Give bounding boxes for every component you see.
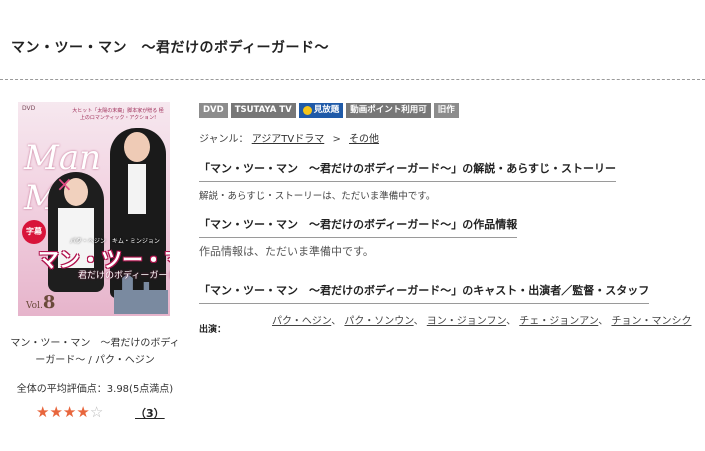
title-divider (0, 79, 705, 80)
product-name: マン・ツー・マン ～君だけのボディーガード～ / パク・ヘジン (10, 338, 180, 366)
star-filled-icon: ★ (62, 403, 77, 421)
review-count-link[interactable]: （3） (135, 405, 165, 421)
tag-tsutaya-tv: TSUTAYA TV (230, 103, 296, 118)
cast-link[interactable]: チョン・マンシク (611, 316, 691, 327)
cover-vol-label: Vol. (26, 301, 43, 311)
cover-actor-shirt (128, 164, 146, 214)
cover-actor-face (124, 132, 150, 162)
cast-delimiter: 、 (413, 316, 424, 327)
star-empty-icon: ☆ (89, 403, 104, 421)
genre-separator: > (332, 134, 341, 145)
cover-image[interactable]: DVD 大ヒット「太陽の末裔」脚本家が贈る 極上のロマンティック・アクション! … (18, 102, 170, 316)
cast-link[interactable]: チェ・ジョンアン (519, 316, 598, 327)
cover-vol-number: 8 (42, 292, 56, 313)
tag-dvd: DVD (199, 103, 228, 118)
cover-subtitle-badge: 字幕 (22, 220, 46, 244)
genre-label: ジャンル： (199, 134, 249, 145)
tag-mihodai-label: 見放題 (313, 105, 340, 115)
cover-times-glyph: × (56, 172, 73, 196)
service-tags: DVD TSUTAYA TV 見放題 動画ポイント利用可 旧作 (199, 103, 459, 118)
coin-icon (302, 106, 312, 115)
info-heading: 「マン・ツー・マン ～君だけのボディーガード～」の作品情報 (199, 216, 518, 238)
cast-delimiter: 、 (331, 316, 342, 327)
cast-heading: 「マン・ツー・マン ～君だけのボディーガード～」のキャスト・出演者／監督・スタッ… (199, 282, 650, 304)
cover-blurb: 大ヒット「太陽の末裔」脚本家が贈る 極上のロマンティック・アクション! (72, 108, 164, 121)
cover-dvd-tag: DVD (22, 105, 36, 112)
tag-video-point: 動画ポイント利用可 (346, 103, 431, 118)
average-rating: 全体の平均評価点：3.98(5点満点) (16, 384, 174, 395)
tag-mihodai: 見放題 (298, 103, 344, 118)
genre-link-other[interactable]: その他 (349, 134, 379, 145)
story-heading: 「マン・ツー・マン ～君だけのボディーガード～」の解説・あらすじ・ストーリー (199, 160, 617, 182)
cast-link[interactable]: パク・ヘジン (272, 316, 331, 327)
cast-list: パク・ヘジン、 パク・ソンウン、 ヨン・ジョンフン、 チェ・ジョンアン、 チョン… (272, 313, 692, 330)
cast-link[interactable]: パク・ソンウン (344, 316, 413, 327)
genre-link-asia-tv-drama[interactable]: アジアTVドラマ (252, 134, 325, 145)
info-body: 作品情報は、ただいま準備中です。 (199, 245, 374, 258)
genre-breadcrumb: ジャンル： アジアTVドラマ > その他 (199, 130, 379, 145)
cast-delimiter: 、 (506, 316, 517, 327)
cover-volume: Vol.8 (26, 292, 55, 313)
star-filled-icon: ★ (36, 403, 50, 421)
rating-stars: ★★★★☆ (36, 403, 103, 421)
page-title: マン・ツー・マン ～君だけのボディーガード～ (11, 40, 330, 56)
star-filled-icon: ★ (76, 403, 90, 421)
tag-kyusaku: 旧作 (433, 103, 459, 118)
story-body: 解説・あらすじ・ストーリーは、ただいま準備中です。 (199, 191, 436, 202)
star-filled-icon: ★ (49, 403, 63, 421)
cast-delimiter: 、 (598, 316, 609, 327)
cover-sub-title: 君だけのボディーガード (78, 271, 170, 281)
cast-label: 出演： (199, 325, 227, 335)
cast-link[interactable]: ヨン・ジョンフン (427, 316, 506, 327)
